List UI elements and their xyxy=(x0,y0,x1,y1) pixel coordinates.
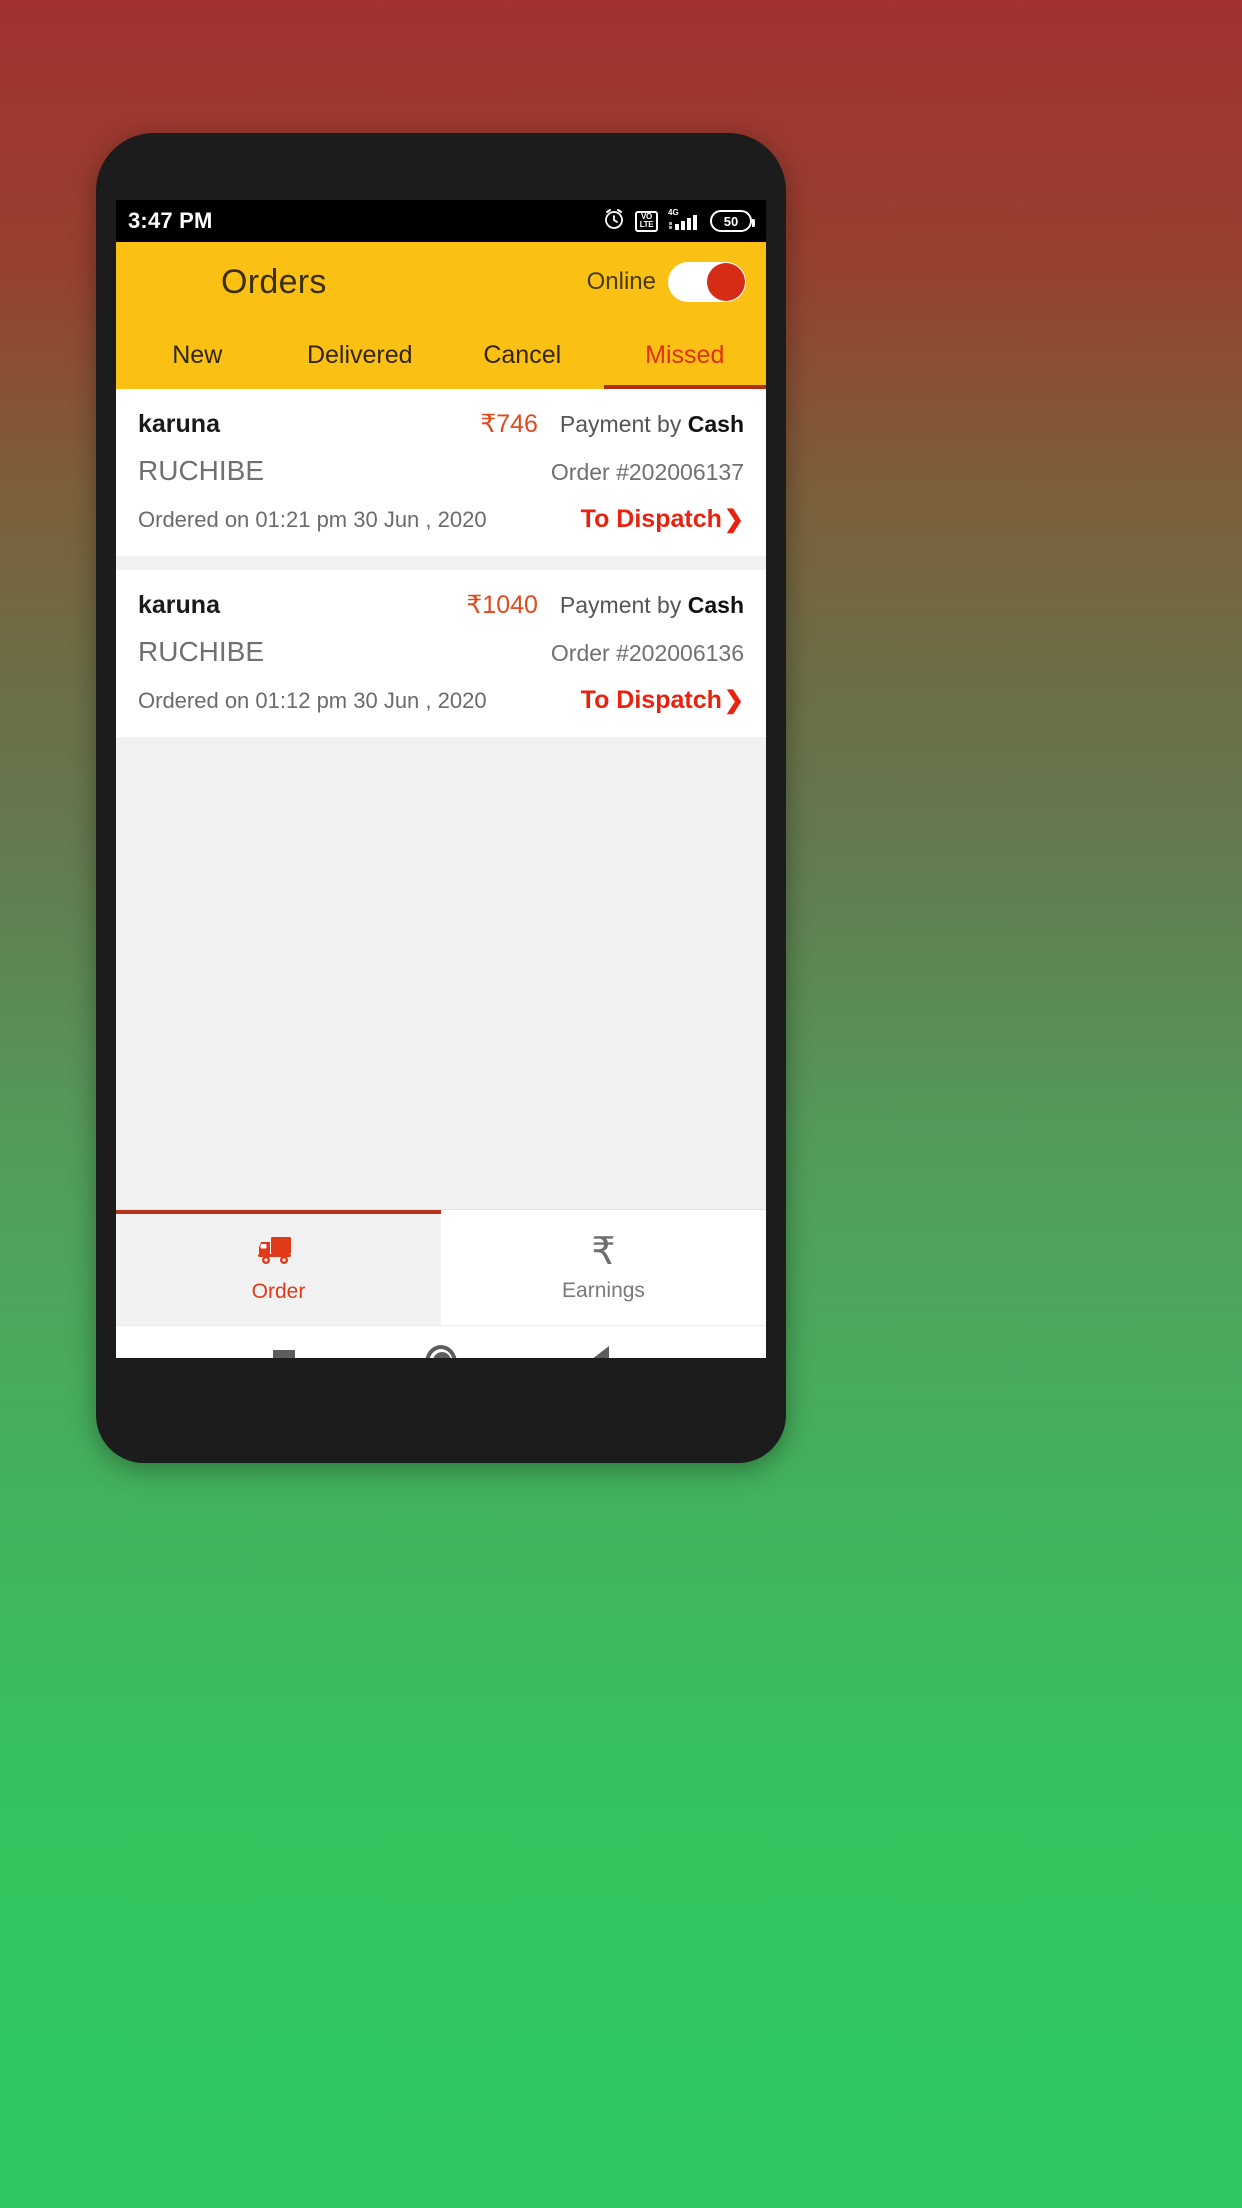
to-dispatch-label: To Dispatch xyxy=(580,505,722,533)
order-summary-row: karuna ₹1040 Payment by Cash xyxy=(138,590,744,620)
status-bar: 3:47 PM VO LTE 4G 50 xyxy=(116,200,766,242)
payment-prefix: Payment by xyxy=(559,592,682,618)
ordered-on-timestamp: Ordered on 01:21 pm 30 Jun , 2020 xyxy=(138,507,487,532)
payment-method-value: Cash xyxy=(687,592,744,618)
online-label: Online xyxy=(586,268,656,295)
tab-cancel-label: Cancel xyxy=(483,341,562,369)
toggle-thumb xyxy=(707,263,745,301)
recents-square-icon[interactable] xyxy=(273,1350,295,1358)
tab-delivered[interactable]: Delivered xyxy=(279,322,442,389)
page-title: Orders xyxy=(221,262,327,301)
phone-device-frame: 3:47 PM VO LTE 4G 50 Orders Online New D… xyxy=(96,133,786,1463)
tab-missed[interactable]: Missed xyxy=(603,322,767,389)
volte-icon: VO LTE xyxy=(635,210,658,232)
customer-name: karuna xyxy=(138,410,220,438)
phone-screen: 3:47 PM VO LTE 4G 50 Orders Online New D… xyxy=(116,200,766,1358)
status-bar-icons: VO LTE 4G 50 xyxy=(602,207,755,236)
payment-prefix: Payment by xyxy=(559,411,682,437)
bottom-nav-item-earnings[interactable]: ₹ Earnings xyxy=(441,1210,766,1325)
tab-new-label: New xyxy=(172,341,223,369)
back-triangle-icon[interactable] xyxy=(587,1346,609,1358)
volte-bottom-text: LTE xyxy=(639,220,654,229)
order-amount: ₹1040 xyxy=(466,591,538,619)
to-dispatch-button[interactable]: To Dispatch❯ xyxy=(581,505,744,534)
order-list: karuna ₹746 Payment by Cash RUCHIBE Orde… xyxy=(116,389,766,1209)
tab-delivered-label: Delivered xyxy=(306,341,413,369)
status-bar-clock: 3:47 PM xyxy=(128,208,213,233)
to-dispatch-button[interactable]: To Dispatch❯ xyxy=(581,686,744,715)
payment-method-value: Cash xyxy=(687,411,744,437)
order-card[interactable]: karuna ₹746 Payment by Cash RUCHIBE Orde… xyxy=(116,389,766,556)
chevron-right-icon: ❯ xyxy=(723,506,744,533)
online-toggle-switch[interactable] xyxy=(668,262,746,302)
order-summary-row: karuna ₹746 Payment by Cash xyxy=(138,409,744,439)
bottom-nav-label-earnings: Earnings xyxy=(562,1279,645,1302)
order-status-tabs: New Delivered Cancel Missed xyxy=(116,322,766,389)
shop-name: RUCHIBE xyxy=(138,455,265,486)
order-footer-row: Ordered on 01:21 pm 30 Jun , 2020 To Dis… xyxy=(138,505,744,534)
home-circle-icon[interactable] xyxy=(425,1345,457,1358)
to-dispatch-label: To Dispatch xyxy=(580,686,722,714)
order-shop-row: RUCHIBE Order #202006137 xyxy=(138,455,744,487)
customer-name: karuna xyxy=(138,591,220,619)
tab-cancel[interactable]: Cancel xyxy=(441,322,604,389)
bottom-navigation-bar: Order ₹ Earnings xyxy=(116,1209,766,1325)
rupee-icon: ₹ xyxy=(591,1229,616,1273)
chevron-right-icon: ❯ xyxy=(723,687,744,714)
online-toggle-group: Online xyxy=(587,262,746,302)
order-id: Order #202006136 xyxy=(550,640,744,666)
delivery-truck-icon xyxy=(257,1232,301,1271)
alarm-clock-icon xyxy=(602,207,626,236)
order-card[interactable]: karuna ₹1040 Payment by Cash RUCHIBE Ord… xyxy=(116,570,766,737)
android-navigation-bar xyxy=(116,1325,766,1358)
battery-level-text: 50 xyxy=(723,213,739,229)
order-id: Order #202006137 xyxy=(550,459,744,485)
app-bar: Orders Online xyxy=(116,242,766,322)
svg-text:4G: 4G xyxy=(668,208,679,217)
battery-icon: 50 xyxy=(710,210,755,232)
tab-new[interactable]: New xyxy=(116,322,279,389)
tab-missed-label: Missed xyxy=(645,341,725,369)
payment-method: Payment by Cash xyxy=(538,592,744,619)
shop-name: RUCHIBE xyxy=(138,636,265,667)
signal-4g-icon: 4G xyxy=(667,207,701,236)
order-amount: ₹746 xyxy=(480,410,538,438)
ordered-on-timestamp: Ordered on 01:12 pm 30 Jun , 2020 xyxy=(138,688,487,713)
bottom-nav-label-order: Order xyxy=(251,1279,306,1303)
order-footer-row: Ordered on 01:12 pm 30 Jun , 2020 To Dis… xyxy=(138,686,744,715)
payment-method: Payment by Cash xyxy=(538,411,744,438)
bottom-nav-item-order[interactable]: Order xyxy=(116,1210,441,1325)
order-shop-row: RUCHIBE Order #202006136 xyxy=(138,636,744,668)
